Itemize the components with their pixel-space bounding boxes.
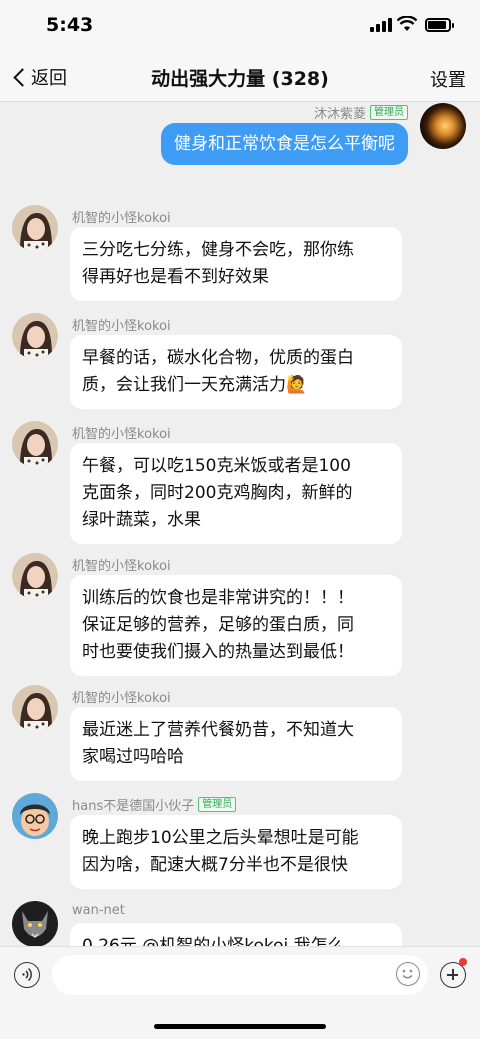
- message-bubble[interactable]: 晚上跑步10公里之后头晕想吐是可能 因为啥，配速大概7分半也不是很快: [70, 815, 402, 889]
- nav-bar: 返回 动出强大力量 (328) 设置: [0, 52, 480, 102]
- avatar[interactable]: [12, 901, 58, 946]
- self-message: 沐沐紫菱 管理员 健身和正常饮食是怎么平衡呢: [0, 103, 480, 183]
- voice-icon[interactable]: [14, 962, 40, 988]
- message-line: 晚上跑步10公里之后头晕想吐是可能: [82, 828, 359, 848]
- battery-icon: [425, 18, 454, 32]
- message-line: 早餐的话，碳水化合物，优质的蛋白: [82, 348, 354, 368]
- avatar[interactable]: [12, 205, 58, 251]
- sender-label: 机智的小怪kokoi: [72, 211, 171, 226]
- message-item: 机智的小怪kokoi 早餐的话，碳水化合物，优质的蛋白 质，会让我们一天充满活力…: [0, 311, 480, 411]
- message-line: 午餐，可以吃150克米饭或者是100: [82, 456, 351, 476]
- avatar[interactable]: [12, 793, 58, 839]
- signal-icon: [370, 18, 392, 32]
- wifi-icon: [397, 16, 417, 31]
- message-bubble[interactable]: 训练后的饮食也是非常讲究的！！！ 保证足够的营养，足够的蛋白质，同 时也要使我们…: [70, 575, 402, 676]
- self-sender-name: 沐沐紫菱: [313, 107, 366, 122]
- message-line: 保证足够的营养，足够的蛋白质，同: [82, 615, 354, 635]
- sender-label: hans不是德国小伙子: [72, 799, 195, 814]
- message-line: 时也要使我们摄入的热量达到最低！: [82, 642, 354, 662]
- message-bubble[interactable]: 早餐的话，碳水化合物，优质的蛋白 质，会让我们一天充满活力🙋: [70, 335, 402, 409]
- chat-messages[interactable]: 沐沐紫菱 管理员 健身和正常饮食是怎么平衡呢 机智的小怪kokoi 三分吃七分练…: [0, 103, 480, 946]
- message-line: 克面条，同时200克鸡胸肉，新鲜的: [82, 483, 353, 503]
- chat-title: 动出强大力量 (328): [151, 68, 329, 90]
- sender-name: 机智的小怪kokoi: [72, 423, 171, 442]
- message-bubble[interactable]: 最近迷上了营养代餐奶昔，不知道大 家喝过吗哈哈: [70, 707, 402, 781]
- message-item: 机智的小怪kokoi 午餐，可以吃150克米饭或者是100 克面条，同时200克…: [0, 419, 480, 545]
- sender-label: 机智的小怪kokoi: [72, 691, 171, 706]
- message-bubble[interactable]: 三分吃七分练，健身不会吃，那你练 得再好也是看不到好效果: [70, 227, 402, 301]
- sender-label: 机智的小怪kokoi: [72, 427, 171, 442]
- settings-button[interactable]: 设置: [430, 66, 466, 92]
- sender-name: 机智的小怪kokoi: [72, 315, 171, 334]
- message-line: 因为啥，配速大概7分半也不是很快: [82, 855, 348, 875]
- message-item: wan-net 0.26元 @机智的小怪kokoi 我怎么: [0, 899, 480, 946]
- avatar[interactable]: [12, 685, 58, 731]
- self-sender: 沐沐紫菱 管理员: [314, 103, 408, 122]
- message-input[interactable]: [52, 955, 428, 995]
- message-item: 机智的小怪kokoi 三分吃七分练，健身不会吃，那你练 得再好也是看不到好效果: [0, 203, 480, 303]
- sender-name: 机智的小怪kokoi: [72, 687, 171, 706]
- status-time: 5:43: [46, 14, 94, 36]
- message-line: 家喝过吗哈哈: [82, 747, 184, 767]
- status-bar: 5:43: [0, 0, 480, 52]
- message-line: 质，会让我们一天充满活力🙋: [82, 375, 308, 395]
- message-line: 最近迷上了营养代餐奶昔，不知道大: [82, 720, 354, 740]
- message-item: hans不是德国小伙子 管理员 晚上跑步10公里之后头晕想吐是可能 因为啥，配速…: [0, 791, 480, 891]
- sender-name: wan-net: [72, 903, 125, 918]
- message-item: 机智的小怪kokoi 最近迷上了营养代餐奶昔，不知道大 家喝过吗哈哈: [0, 683, 480, 783]
- self-message-bubble[interactable]: 健身和正常饮食是怎么平衡呢: [161, 123, 408, 165]
- sender-label: wan-net: [72, 903, 125, 918]
- avatar[interactable]: [12, 421, 58, 467]
- avatar[interactable]: [12, 553, 58, 599]
- message-line: 得再好也是看不到好效果: [82, 267, 269, 287]
- sender-name: hans不是德国小伙子 管理员: [72, 795, 237, 814]
- message-line: 0.26元 @机智的小怪kokoi 我怎么: [82, 936, 345, 946]
- admin-badge: 管理员: [198, 797, 237, 812]
- sender-name: 机智的小怪kokoi: [72, 555, 171, 574]
- self-avatar[interactable]: [420, 103, 466, 149]
- avatar[interactable]: [12, 313, 58, 359]
- message-bubble[interactable]: 0.26元 @机智的小怪kokoi 我怎么: [70, 923, 402, 946]
- message-line: 三分吃七分练，健身不会吃，那你练: [82, 240, 354, 260]
- message-item: 机智的小怪kokoi 训练后的饮食也是非常讲究的！！！ 保证足够的营养，足够的蛋…: [0, 551, 480, 677]
- sender-label: 机智的小怪kokoi: [72, 559, 171, 574]
- sender-label: 机智的小怪kokoi: [72, 319, 171, 334]
- message-line: 绿叶蔬菜，水果: [82, 510, 201, 530]
- home-indicator: [154, 1024, 326, 1029]
- sender-name: 机智的小怪kokoi: [72, 207, 171, 226]
- admin-badge: 管理员: [370, 105, 408, 120]
- emoji-icon[interactable]: [396, 962, 420, 986]
- message-line: 训练后的饮食也是非常讲究的！！！: [82, 588, 354, 608]
- message-bubble[interactable]: 午餐，可以吃150克米饭或者是100 克面条，同时200克鸡胸肉，新鲜的 绿叶蔬…: [70, 443, 402, 544]
- notification-dot: [459, 958, 467, 966]
